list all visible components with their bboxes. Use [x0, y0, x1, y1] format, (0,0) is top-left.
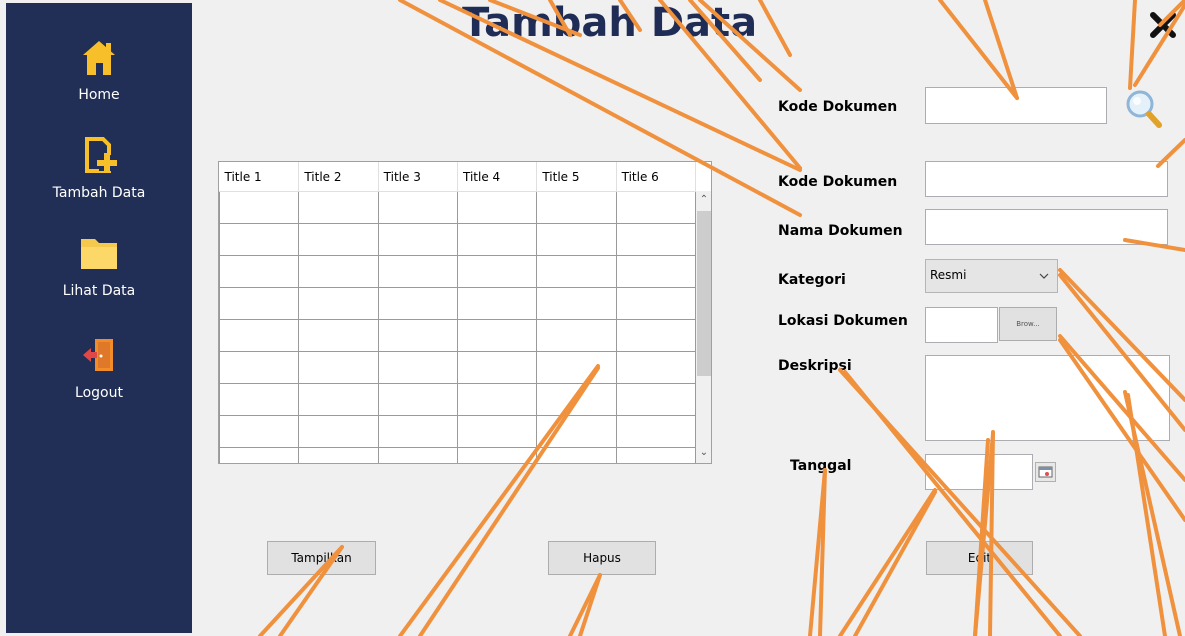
app-window: Home Tambah Data Lihat Data Logout Tamba…: [0, 0, 1185, 636]
annotation-lines: [258, 0, 1185, 636]
annotation-lines-overlay: [258, 0, 1185, 636]
